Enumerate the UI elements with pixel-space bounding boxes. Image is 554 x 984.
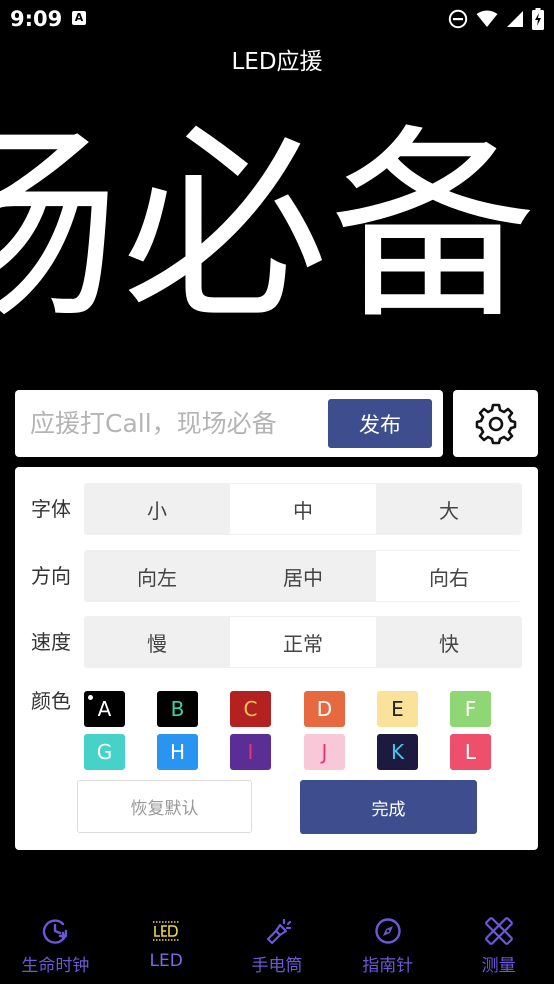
font-size-large-option[interactable]: 大 [376,484,522,534]
led-scrolling-text: 场必备 [0,107,539,347]
settings-button[interactable] [453,390,538,457]
color-swatch-f[interactable]: F [450,691,491,727]
nav-label-measure: 测量 [481,956,516,976]
color-swatch-e[interactable]: E [377,691,418,727]
signal-icon [507,11,523,27]
status-icons [448,8,544,30]
led-text-input[interactable] [30,404,330,442]
nav-item-life-clock[interactable]: 生命时钟 [0,906,111,984]
nav-item-compass[interactable]: 指南针 [332,906,443,984]
color-swatch-k[interactable]: K [377,734,418,770]
color-swatch-h[interactable]: H [157,734,198,770]
color-swatch-i[interactable]: I [230,734,271,770]
direction-row: 方向 向左 居中 向右 [15,550,538,602]
direction-center-option[interactable]: 居中 [230,551,376,601]
nav-label-life-clock: 生命时钟 [21,956,90,976]
options-panel: 字体 小 中 大 方向 向左 居中 向右 速度 慢 正常 快 颜色 A B C … [15,467,538,850]
led-icon [151,916,181,946]
direction-selector: 向左 居中 向右 [84,550,522,602]
speed-normal-option[interactable]: 正常 [230,617,376,667]
font-size-row: 字体 小 中 大 [15,483,538,535]
direction-label: 方向 [31,564,71,588]
reset-defaults-button[interactable]: 恢复默认 [77,780,252,833]
flashlight-icon [262,916,292,946]
bottom-nav: 生命时钟 LED 手电筒 指南针 测量 [0,906,554,984]
status-bar: 9:09 A [0,0,554,38]
nav-item-measure[interactable]: 测量 [443,906,554,984]
publish-button[interactable]: 发布 [328,399,432,448]
battery-icon [532,8,544,30]
do-not-disturb-icon [448,9,468,29]
clock-icon [40,916,70,946]
color-swatch-g[interactable]: G [84,734,125,770]
notification-a-icon: A [72,11,86,25]
speed-fast-option[interactable]: 快 [376,617,522,667]
font-size-small-option[interactable]: 小 [84,484,230,534]
nav-label-flashlight: 手电筒 [251,956,303,976]
font-size-medium-option[interactable]: 中 [230,484,376,534]
done-button[interactable]: 完成 [300,780,477,834]
color-label: 颜色 [31,689,71,713]
nav-item-flashlight[interactable]: 手电筒 [222,906,333,984]
color-swatch-a[interactable]: A [84,691,125,727]
color-swatch-b[interactable]: B [157,691,198,727]
color-swatch-j[interactable]: J [304,734,345,770]
direction-left-option[interactable]: 向左 [84,551,230,601]
wifi-icon [476,10,498,27]
color-swatch-l[interactable]: L [450,734,491,770]
speed-slow-option[interactable]: 慢 [84,617,230,667]
led-display: 场必备 [0,98,554,358]
nav-label-compass: 指南针 [362,956,414,976]
app-title: LED应援 [231,49,323,75]
speed-selector: 慢 正常 快 [84,616,522,668]
speed-label: 速度 [31,630,71,654]
gear-icon [475,403,516,444]
direction-right-option[interactable]: 向右 [376,551,522,601]
font-size-label: 字体 [31,497,71,521]
ruler-icon [484,916,514,946]
selected-indicator-icon [88,695,93,700]
input-card: 发布 [15,390,443,457]
nav-item-led[interactable]: LED [111,906,222,984]
compass-icon [373,916,403,946]
speed-row: 速度 慢 正常 快 [15,616,538,668]
color-swatch-d[interactable]: D [304,691,345,727]
color-swatch-c[interactable]: C [230,691,271,727]
font-size-selector: 小 中 大 [84,483,522,535]
nav-label-led: LED [149,951,183,971]
status-time: 9:09 [10,7,63,31]
